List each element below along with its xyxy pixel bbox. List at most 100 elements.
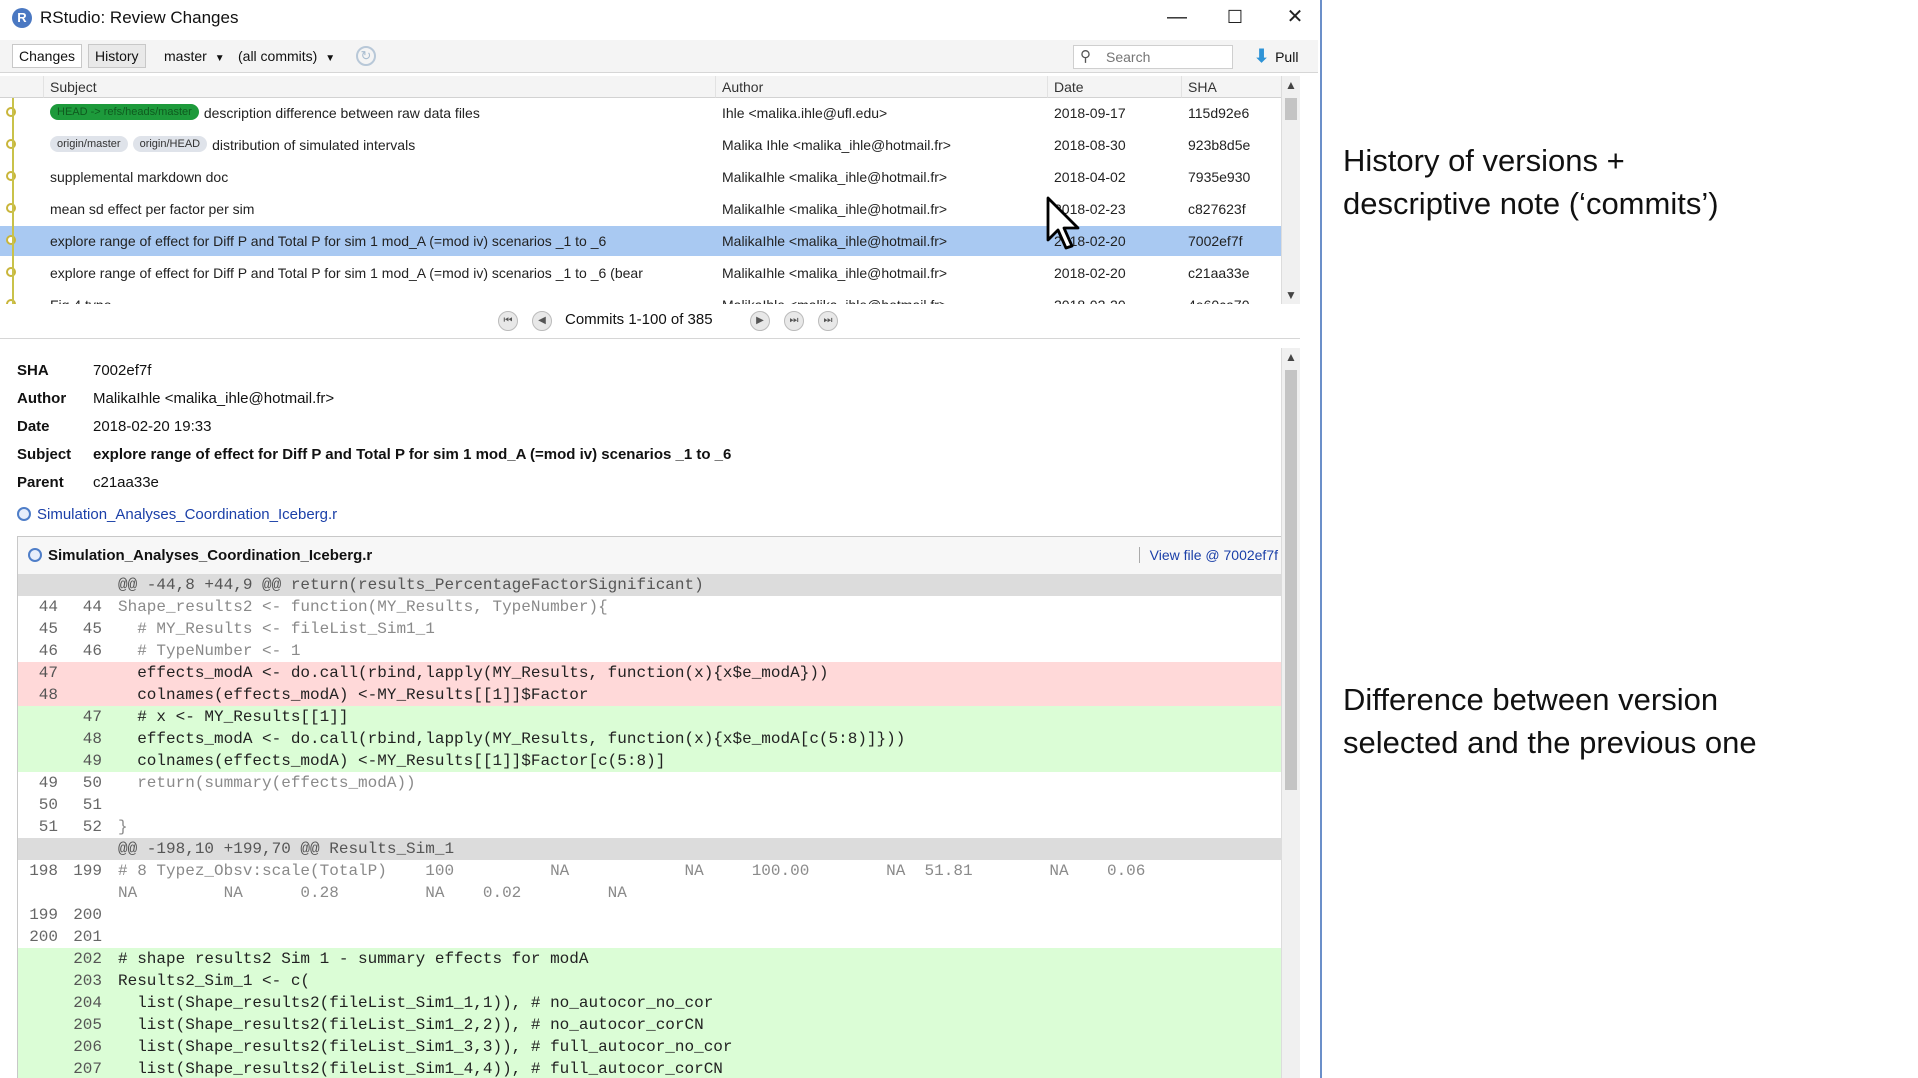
diff-line-ctx: 200 201 [18,926,1286,948]
parent-label: Parent [17,474,64,491]
line-number-new: 51 [82,796,102,814]
commit-row[interactable]: origin/master origin/HEAD distribution of … [0,130,1300,160]
next-page-icon[interactable]: ▶ [750,311,770,331]
column-header-sha[interactable]: SHA [1182,76,1282,98]
commit-subject: explore range of effect for Diff P and T… [50,226,714,256]
minimize-button[interactable]: — [1150,2,1204,32]
line-number-old: 45 [38,620,58,638]
diff-line-add: 47 # x <- MY_Results[[1]] [18,706,1286,728]
diff-line-del: 48 colnames(effects_modA) <-MY_Results[[… [18,684,1286,706]
commit-node-icon [6,107,16,117]
line-number-new: 50 [82,774,102,792]
line-number-old: 198 [29,862,58,880]
search-icon: ⚲ [1080,48,1091,65]
diff-line-add: 205 list(Shape_results2(fileList_Sim1_2,… [18,1014,1286,1036]
commit-row[interactable]: HEAD -> refs/heads/master description dif… [0,98,1300,128]
diff-line-hunk: @@ -44,8 +44,9 @@ return(results_Percent… [18,574,1286,596]
commit-node-icon [6,171,16,181]
search-input[interactable] [1104,47,1228,67]
commit-row[interactable]: mean sd effect per factor per sim MalikaI… [0,194,1300,224]
view-file-link[interactable]: View file @ 7002ef7f [1138,547,1278,563]
commit-sha: 923b8d5e [1188,137,1251,153]
diff-code: list(Shape_results2(fileList_Sim1_4,4)),… [118,1060,723,1078]
diff-file-label: Simulation_Analyses_Coordination_Iceberg… [48,547,373,564]
commit-subject-text: description difference between raw data … [203,105,480,121]
commit-node-icon [6,139,16,149]
commit-list-scrollbar[interactable]: ▲ ▼ [1281,76,1300,306]
commit-author: Ihle <malika.ihle@ufl.edu> [722,105,888,121]
commit-row[interactable]: explore range of effect for Diff P and T… [0,226,1300,256]
fast-forward-icon[interactable]: ⏭ [784,311,804,331]
diff-code: NA NA 0.28 NA 0.02 NA [118,884,627,902]
diff-code: # MY_Results <- fileList_Sim1_1 [118,620,435,638]
rstudio-logo-icon: R [12,8,32,28]
diff-code: Results2_Sim_1 <- c( [118,972,311,990]
commit-author: Malika Ihle <malika_ihle@hotmail.fr> [722,137,951,153]
line-number-new: 199 [73,862,102,880]
commit-date: 2018-02-20 [1054,265,1126,281]
line-number-new: 52 [82,818,102,836]
diff-line-ctx: 50 51 [18,794,1286,816]
line-number-old: 200 [29,928,58,946]
refresh-icon[interactable]: ↻ [356,46,376,66]
pull-label: Pull [1275,49,1299,65]
diff-line-ctx: 199 200 [18,904,1286,926]
diff-line-ctx: 45 45 # MY_Results <- fileList_Sim1_1 [18,618,1286,640]
column-header-author[interactable]: Author [716,76,1048,98]
date-label: Date [17,418,50,435]
commit-subject: mean sd effect per factor per sim [50,194,714,224]
r-file-icon [28,548,42,562]
commit-sha: 7002ef7f [1188,233,1243,249]
diff-code: effects_modA <- do.call(rbind,lapply(MY_… [118,730,906,748]
search-field[interactable]: ⚲ [1073,45,1233,69]
line-number-new: 200 [73,906,102,924]
commit-pager: ⏮ ◀ Commits 1-100 of 385 ▶ ⏭ ⏭ [0,304,1300,339]
commit-node-icon [6,235,16,245]
subject-value: explore range of effect for Diff P and T… [93,446,732,463]
commit-row[interactable]: explore range of effect for Diff P and T… [0,258,1300,288]
close-button[interactable]: ✕ [1268,2,1320,32]
line-number-old: 47 [38,664,58,682]
author-label: Author [17,390,67,407]
pull-button[interactable]: ⬇ Pull [1254,44,1298,68]
diff-code: # shape results2 Sim 1 - summary effects… [118,950,589,968]
author-value: MalikaIhle <malika_ihle@hotmail.fr> [93,390,335,407]
sha-label: SHA [17,362,49,379]
commit-filter-dropdown[interactable]: (all commits) ▼ [238,44,335,66]
column-header-date[interactable]: Date [1048,76,1182,98]
scroll-thumb[interactable] [1285,98,1297,120]
diff-header: Simulation_Analyses_Coordination_Iceberg… [18,537,1286,575]
scroll-up-icon[interactable]: ▲ [1284,350,1298,364]
diff-line-add: 207 list(Shape_results2(fileList_Sim1_4,… [18,1058,1286,1078]
commit-sha: c21aa33e [1188,265,1250,281]
scroll-up-icon[interactable]: ▲ [1284,78,1298,92]
column-header-subject[interactable]: Subject [44,76,716,98]
graph-column-header [0,76,44,98]
commit-row[interactable]: supplemental markdown doc MalikaIhle <mal… [0,162,1300,192]
branch-dropdown[interactable]: master ▼ [164,44,225,66]
last-page-icon[interactable]: ⏭ [818,311,838,331]
date-value: 2018-02-20 19:33 [93,418,212,435]
scroll-down-icon[interactable]: ▼ [1284,288,1298,302]
diff-line-add: 202 # shape results2 Sim 1 - summary effe… [18,948,1286,970]
maximize-button[interactable]: ☐ [1208,2,1262,32]
line-number-old: 48 [38,686,58,704]
detail-scrollbar[interactable]: ▲ [1281,348,1300,1078]
commit-date: 2018-04-02 [1054,169,1126,185]
diff-line-ctx: 44 44 Shape_results2 <- function(MY_Result… [18,596,1286,618]
commit-date: 2018-08-30 [1054,137,1126,153]
diff-line-ctx: NA NA 0.28 NA 0.02 NA [18,882,1286,904]
line-number-old: 49 [38,774,58,792]
chevron-down-icon: ▼ [214,53,225,64]
tab-history[interactable]: History [88,44,146,68]
first-page-icon[interactable]: ⏮ [498,311,518,331]
diff-code: @@ -198,10 +199,70 @@ Results_Sim_1 [118,840,455,858]
scroll-thumb[interactable] [1285,370,1297,790]
parent-value[interactable]: c21aa33e [93,474,159,491]
previous-page-icon[interactable]: ◀ [532,311,552,331]
history-annotation: History of versions + descriptive note (… [1343,143,1719,221]
changed-file-link[interactable]: Simulation_Analyses_Coordination_Iceberg… [17,506,337,523]
line-number-old: 51 [38,818,58,836]
tab-changes[interactable]: Changes [12,44,83,68]
diff-file-name: Simulation_Analyses_Coordination_Iceberg… [28,547,372,564]
